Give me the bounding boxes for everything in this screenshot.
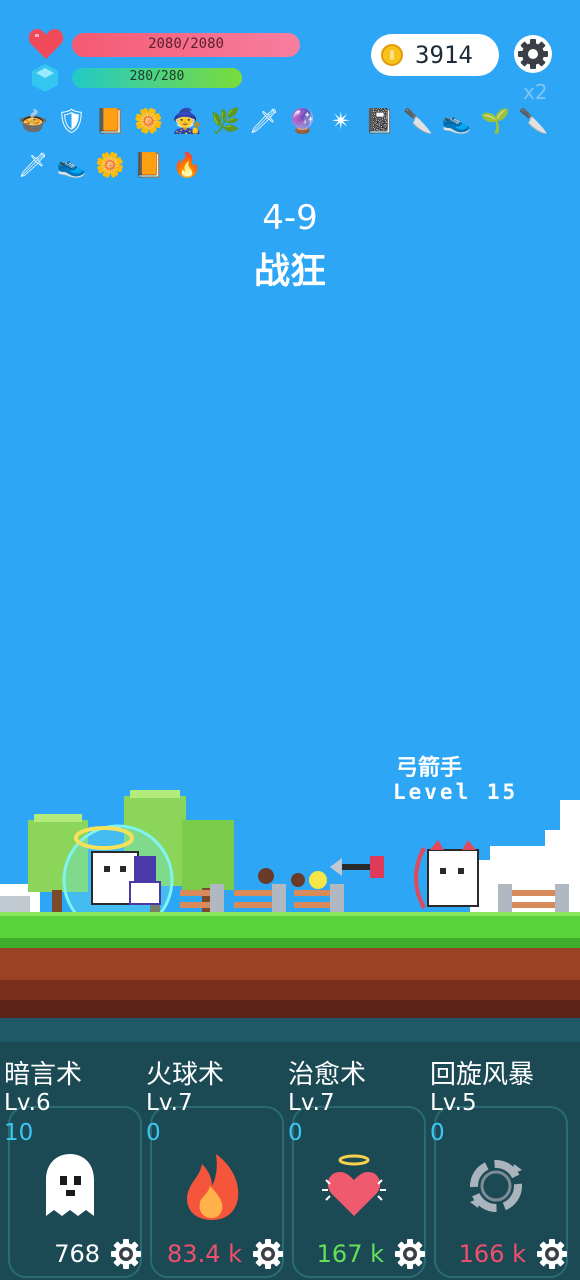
mana-gem-icon [32, 64, 58, 92]
skill-slot-1[interactable]: 暗言术 Lv.6 10 768 [0, 1042, 142, 1280]
skill-upgrade-cost: 167 k [316, 1240, 384, 1268]
grass-edge [0, 938, 580, 948]
skill-upgrade-cost: 166 k [458, 1240, 526, 1268]
holy-heart-icon [320, 1150, 388, 1222]
skill-slot-2[interactable]: 火球术 Lv.7 0 83.4 k [142, 1042, 284, 1280]
stage-number: 4-9 [262, 198, 318, 238]
sapling-icon[interactable]: 🌱 [478, 104, 512, 138]
upgrade-gear-icon[interactable] [536, 1238, 568, 1270]
upgrade-gear-icon[interactable] [394, 1238, 426, 1270]
coin-amount: 3914 [415, 41, 473, 69]
upgrade-gear-icon[interactable] [252, 1238, 284, 1270]
spiked-ball-icon[interactable]: ✴ [324, 104, 358, 138]
skill-level: Lv.5 [430, 1090, 477, 1116]
skill-name: 治愈术 [288, 1060, 367, 1090]
dirt-layer-bottom [0, 1000, 580, 1018]
skill-level: Lv.7 [146, 1090, 193, 1116]
wizard-hat-icon[interactable]: 🧙 [170, 104, 204, 138]
spellbook-icon-2[interactable]: 📙 [132, 148, 166, 182]
flower-icon-2[interactable]: 🌼 [93, 148, 127, 182]
sword-icon[interactable]: 🗡 [247, 104, 281, 138]
skull-book-icon[interactable]: 📓 [363, 104, 397, 138]
skill-count: 0 [430, 1120, 445, 1146]
coin-icon [381, 44, 403, 66]
flower-icon[interactable]: 🌼 [132, 104, 166, 138]
shield-icon[interactable]: 🛡 [55, 104, 89, 138]
cauldron-icon[interactable]: 🍲 [16, 104, 50, 138]
winged-boot-icon-2[interactable]: 👟 [55, 148, 89, 182]
skill-name: 火球术 [146, 1060, 225, 1090]
skill-name: 暗言术 [4, 1060, 83, 1090]
upgrade-gear-icon[interactable] [110, 1238, 142, 1270]
skill-name: 回旋风暴 [430, 1060, 535, 1090]
skill-count: 0 [146, 1120, 161, 1146]
stage-name: 战狂 [253, 251, 326, 292]
skill-panel-header [0, 1018, 580, 1042]
skill-upgrade-cost: 83.4 k [167, 1240, 242, 1268]
enemy-name: 弓箭手 [396, 756, 463, 781]
herb-icon[interactable]: 🌿 [209, 104, 243, 138]
hp-text: 2080/2080 [148, 36, 224, 52]
fireball-icon [178, 1150, 246, 1222]
speed-multiplier[interactable]: x2 [523, 80, 548, 104]
skill-upgrade-cost: 768 [54, 1240, 100, 1268]
short-dagger-icon[interactable]: 🔪 [517, 104, 551, 138]
mp-text: 280/280 [129, 69, 185, 84]
spellbook-icon[interactable]: 📙 [93, 104, 127, 138]
skill-level: Lv.7 [288, 1090, 335, 1116]
whirlwind-icon [462, 1150, 530, 1222]
winged-boot-icon[interactable]: 👟 [440, 104, 474, 138]
settings-gear-icon[interactable] [513, 34, 553, 74]
sword-icon-2[interactable]: 🗡 [16, 148, 50, 182]
skill-level: Lv.6 [4, 1090, 51, 1116]
ghost-icon [36, 1150, 104, 1222]
skill-slot-4[interactable]: 回旋风暴 Lv.5 0 166 k [426, 1042, 568, 1280]
crystal-ball-icon[interactable]: 🔮 [286, 104, 320, 138]
hp-bar: 2080/2080 [72, 33, 300, 57]
skill-count: 10 [4, 1120, 34, 1146]
mp-bar: 280/280 [72, 68, 242, 88]
coin-counter[interactable]: 3914 [371, 34, 499, 76]
skill-count: 0 [288, 1120, 303, 1146]
heart-icon [28, 29, 64, 59]
dagger-icon[interactable]: 🔪 [401, 104, 435, 138]
torch-icon[interactable]: 🔥 [170, 148, 204, 182]
skill-slot-3[interactable]: 治愈术 Lv.7 0 167 k [284, 1042, 426, 1280]
